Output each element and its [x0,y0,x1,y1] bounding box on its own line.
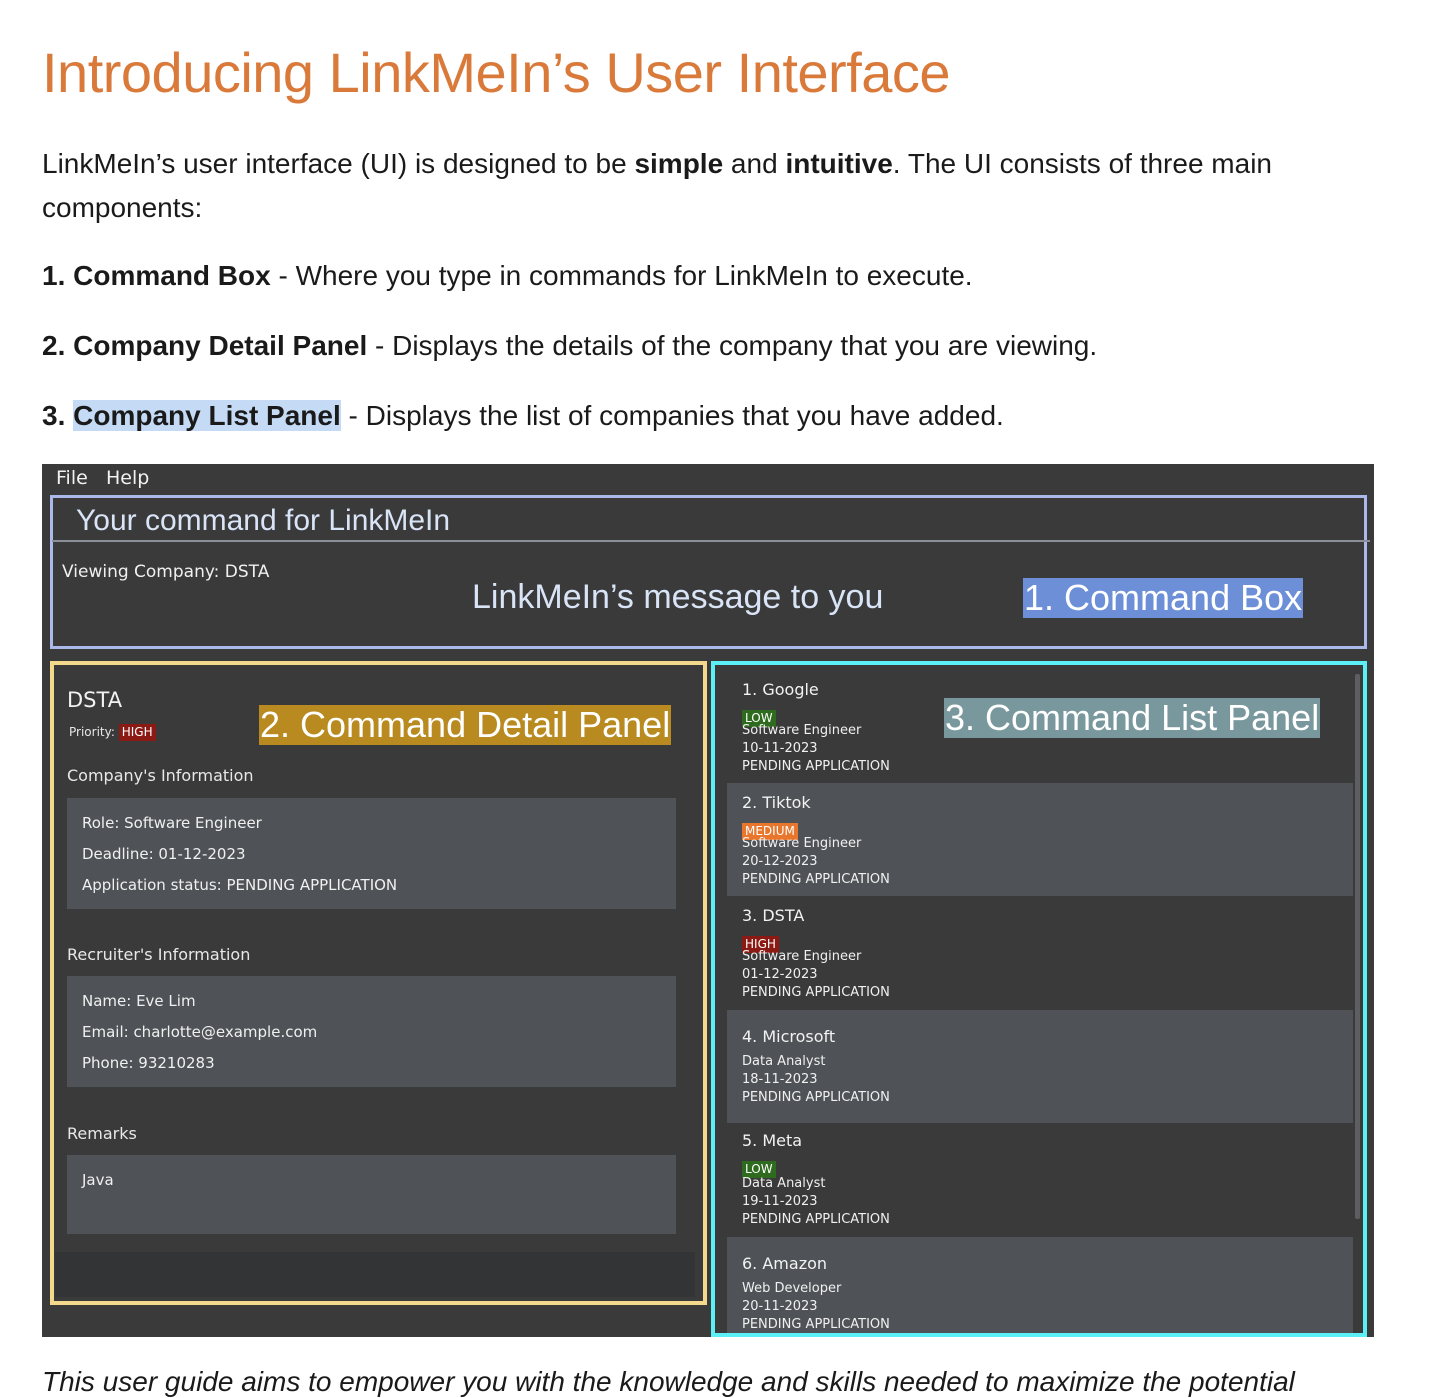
list-item-status: PENDING APPLICATION [742,759,890,774]
command-divider [52,540,1370,542]
list-item-name: 2. Tiktok [742,793,811,812]
list-item-role: Software Engineer [742,723,862,738]
priority-badge: HIGH [118,724,156,741]
list-item-status: PENDING APPLICATION [742,1317,890,1332]
detail-panel-footer [55,1252,695,1297]
intro-paragraph: LinkMeIn’s user interface (UI) is design… [42,142,1362,230]
remarks-text: Java [82,1171,114,1189]
detail-status: Application status: PENDING APPLICATION [82,876,398,894]
remarks-box: Java [67,1155,676,1234]
component-item-list-panel: 3. Company List Panel - Displays the lis… [42,396,1004,436]
intro-text: LinkMeIn’s user interface (UI) is design… [42,148,635,179]
component-item-detail-panel: 2. Company Detail Panel - Displays the d… [42,326,1097,366]
list-item-date: 19-11-2023 [742,1194,818,1209]
list-item-status: PENDING APPLICATION [742,872,890,887]
detail-priority-row: Priority: HIGH [69,724,156,741]
list-item-role: Software Engineer [742,836,862,851]
intro-text: and [723,148,786,179]
list-item-role: Data Analyst [742,1176,826,1191]
list-item-status: PENDING APPLICATION [742,1090,890,1105]
list-item-name: 3. DSTA [742,906,805,925]
menu-bar: File Help [42,464,1374,492]
recruiter-email: Email: charlotte@example.com [82,1023,318,1041]
component-title-highlighted: Company List Panel [73,400,341,431]
intro-intuitive: intuitive [785,148,893,179]
list-item-role: Data Analyst [742,1054,826,1069]
list-item-date: 01-12-2023 [742,967,818,982]
company-info-label: Company's Information [67,766,254,785]
list-item-name: 4. Microsoft [742,1027,836,1046]
component-number: 3. [42,400,74,431]
list-item-dsta[interactable]: 3. DSTA HIGH Software Engineer 01-12-202… [727,896,1353,1009]
menu-help[interactable]: Help [106,467,149,489]
list-item-role: Web Developer [742,1281,842,1296]
menu-file[interactable]: File [56,467,88,489]
list-item-name: 6. Amazon [742,1254,828,1273]
list-item-name: 5. Meta [742,1131,803,1150]
list-item-role: Software Engineer [742,949,862,964]
recruiter-name: Name: Eve Lim [82,992,196,1010]
recruiter-info-box: Name: Eve Lim Email: charlotte@example.c… [67,976,676,1087]
remarks-label: Remarks [67,1124,137,1143]
component-item-command-box: 1. Command Box - Where you type in comma… [42,256,973,296]
priority-label: Priority: [69,725,115,739]
callout-list-panel: 3. Command List Panel [944,697,1321,738]
detail-company-name: DSTA [67,688,123,712]
list-scrollbar[interactable] [1355,674,1360,1219]
component-title: 1. Command Box [42,260,271,291]
component-title: Company Detail Panel [73,330,368,361]
app-screenshot: File Help Your command for LinkMeIn View… [42,464,1374,1337]
result-annotation: LinkMeIn’s message to you [472,578,884,616]
result-display: Viewing Company: DSTA [62,562,270,582]
component-desc: - Displays the list of companies that yo… [340,400,1004,431]
recruiter-info-label: Recruiter's Information [67,945,251,964]
callout-detail-panel: 2. Command Detail Panel [259,704,672,745]
detail-role: Role: Software Engineer [82,814,262,832]
detail-deadline: Deadline: 01-12-2023 [82,845,246,863]
component-desc: - Where you type in commands for LinkMeI… [270,260,973,291]
list-item-microsoft[interactable]: 4. Microsoft Data Analyst 18-11-2023 PEN… [727,1010,1353,1123]
list-item-amazon[interactable]: 6. Amazon Web Developer 20-11-2023 PENDI… [727,1237,1353,1333]
list-item-date: 10-11-2023 [742,741,818,756]
command-input[interactable]: Your command for LinkMeIn [76,504,450,538]
closing-paragraph: This user guide aims to empower you with… [42,1366,1295,1397]
list-item-date: 18-11-2023 [742,1072,818,1087]
component-number: 2. [42,330,74,361]
component-desc: - Displays the details of the company th… [367,330,1098,361]
page-title: Introducing LinkMeIn’s User Interface [42,41,951,104]
company-info-box: Role: Software Engineer Deadline: 01-12-… [67,798,676,909]
list-item-tiktok[interactable]: 2. Tiktok MEDIUM Software Engineer 20-12… [727,783,1353,896]
list-item-meta[interactable]: 5. Meta LOW Data Analyst 19-11-2023 PEND… [727,1124,1353,1237]
list-item-name: 1. Google [742,680,819,699]
list-item-status: PENDING APPLICATION [742,1212,890,1227]
recruiter-phone: Phone: 93210283 [82,1054,215,1072]
list-item-date: 20-12-2023 [742,854,818,869]
list-item-status: PENDING APPLICATION [742,985,890,1000]
list-item-date: 20-11-2023 [742,1299,818,1314]
callout-command-box: 1. Command Box [1023,577,1304,618]
intro-simple: simple [634,148,724,179]
